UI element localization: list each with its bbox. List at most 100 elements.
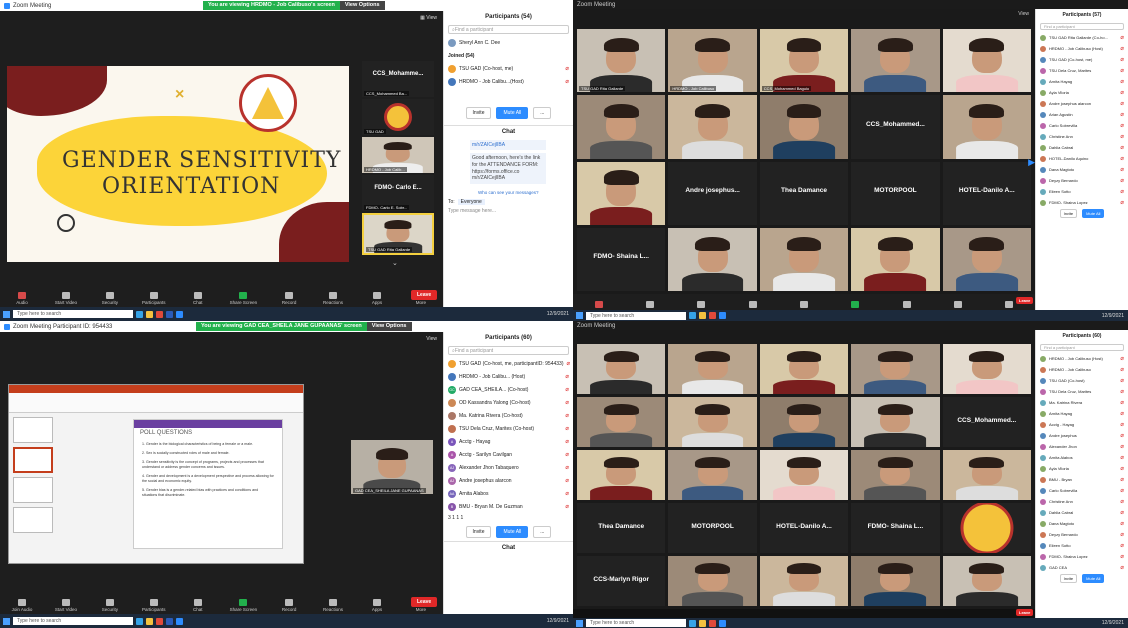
word-icon[interactable] bbox=[166, 310, 173, 318]
zoom-taskbar-icon[interactable] bbox=[719, 312, 726, 319]
video-tile[interactable] bbox=[759, 95, 849, 159]
participant-row[interactable]: Christine Ann ⌀ bbox=[1036, 131, 1128, 142]
leave-button[interactable]: Leave bbox=[411, 290, 438, 300]
mic-muted-icon[interactable]: ⌀ bbox=[1120, 410, 1124, 417]
chrome-icon[interactable] bbox=[709, 619, 716, 627]
participant-row[interactable]: HRDMO - Job Calibu... (Host) ⌀ bbox=[444, 370, 573, 383]
thumb-rita[interactable]: TSU GAD Rita Gallarde bbox=[362, 213, 434, 255]
view-button[interactable]: ▦ View bbox=[420, 15, 437, 21]
mic-muted-icon[interactable]: ⌀ bbox=[565, 373, 569, 380]
participant-row[interactable]: Dahlia Cabral ⌀ bbox=[1036, 507, 1128, 518]
chrome-icon[interactable] bbox=[156, 617, 163, 625]
participant-row[interactable]: Carlo Sobrevilla ⌀ bbox=[1036, 485, 1128, 496]
mic-muted-icon[interactable]: ⌀ bbox=[1120, 553, 1124, 560]
video-tile[interactable] bbox=[942, 556, 1031, 606]
video-tile[interactable]: CCS-Marlyn Rigor bbox=[577, 556, 666, 606]
mic-muted-icon[interactable]: ⌀ bbox=[1120, 45, 1124, 52]
participant-row[interactable]: Christine Ann ⌀ bbox=[1036, 496, 1128, 507]
mic-muted-icon[interactable]: ⌀ bbox=[1120, 355, 1124, 362]
audio-button[interactable]: Audio bbox=[10, 292, 34, 305]
leave-button[interactable]: Leave bbox=[1016, 609, 1034, 616]
waiting-participant[interactable]: Sheryl Ann C. Dee bbox=[444, 36, 573, 49]
mic-muted-icon[interactable]: ⌀ bbox=[1120, 100, 1124, 107]
video-tile[interactable]: HOTEL-Danilo A... bbox=[942, 161, 1031, 225]
mic-muted-icon[interactable]: ⌀ bbox=[1120, 122, 1124, 129]
video-tile[interactable] bbox=[668, 95, 757, 159]
participant-row[interactable]: BMU - Bryan ⌀ bbox=[1036, 474, 1128, 485]
recipient-select[interactable]: Everyone bbox=[457, 199, 485, 205]
participant-row[interactable]: Andre josephus alarcon ⌀ bbox=[1036, 98, 1128, 109]
windows-icon[interactable] bbox=[576, 619, 583, 627]
mic-muted-icon[interactable]: ⌀ bbox=[1120, 520, 1124, 527]
participant-row[interactable]: HRDMO - Job Calibuso ⌀ bbox=[1036, 364, 1128, 375]
mic-muted-icon[interactable]: ⌀ bbox=[565, 386, 569, 393]
participant-row[interactable]: Arnita Hayag ⌀ bbox=[1036, 76, 1128, 87]
word-icon[interactable] bbox=[166, 617, 173, 625]
windows-icon[interactable] bbox=[3, 310, 10, 318]
taskbar-search[interactable]: Type here to search bbox=[13, 310, 133, 318]
taskbar-search[interactable]: Type here to search bbox=[13, 617, 133, 625]
mute-all-button[interactable]: Mute All bbox=[496, 107, 529, 119]
video-tile[interactable]: HRDMO - Job Calibuso bbox=[668, 29, 757, 93]
taskbar-search[interactable]: Type here to search bbox=[586, 619, 686, 627]
mic-muted-icon[interactable]: ⌀ bbox=[1120, 366, 1124, 373]
video-tile[interactable] bbox=[577, 161, 666, 225]
participant-search-input[interactable]: ⌕ Find a participant bbox=[448, 346, 569, 355]
participant-search-input[interactable]: Find a participant bbox=[1040, 344, 1124, 351]
mic-muted-icon[interactable]: ⌀ bbox=[565, 503, 569, 510]
mic-muted-icon[interactable]: ⌀ bbox=[1120, 487, 1124, 494]
mic-muted-icon[interactable]: ⌀ bbox=[565, 425, 569, 432]
participant-row[interactable]: TSU Dela Cruz, Marites (Co-host) ⌀ bbox=[444, 422, 573, 435]
video-tile[interactable]: Andre josephus... bbox=[668, 161, 757, 225]
participant-row[interactable]: Andre josephus ⌀ bbox=[1036, 430, 1128, 441]
participant-row[interactable]: AJ Alexander Jhon Tabaquero ⌀ bbox=[444, 461, 573, 474]
share-screen-button[interactable]: Share Screen bbox=[230, 292, 257, 305]
participant-search-input[interactable]: ⌕ Find a participant bbox=[448, 25, 569, 34]
video-tile[interactable] bbox=[942, 227, 1031, 291]
reactions-button[interactable]: Reactions bbox=[321, 292, 345, 305]
thumb-ccs[interactable]: CCS_Mohamme... CCS_Mohammed Ba... bbox=[362, 61, 434, 97]
mic-muted-icon[interactable]: ⌀ bbox=[1120, 188, 1124, 195]
invite-button[interactable]: Invite bbox=[465, 526, 492, 538]
thumb-tsu-gad[interactable]: TSU GAD bbox=[362, 99, 434, 135]
participant-row[interactable]: Arnita Hayag ⌀ bbox=[1036, 408, 1128, 419]
mic-muted-icon[interactable]: ⌀ bbox=[1120, 542, 1124, 549]
next-page-arrow[interactable]: ▶ bbox=[1028, 157, 1035, 168]
zoom-taskbar-icon[interactable] bbox=[719, 619, 726, 627]
who-can-see-link[interactable]: Who can see your messages? bbox=[478, 190, 573, 195]
participant-row[interactable]: Ma. Katrina Rivera (Co-host) ⌀ bbox=[444, 409, 573, 422]
video-tile[interactable] bbox=[759, 397, 849, 447]
participant-row[interactable]: TSU GAD Rita Gallarde (Co-ho... ⌀ bbox=[1036, 32, 1128, 43]
join-audio-button[interactable]: Join Audio bbox=[10, 599, 34, 612]
participant-row[interactable]: OD Kassandra Yalong (Co-host) ⌀ bbox=[444, 396, 573, 409]
speaker-video[interactable]: GAD CEA_SHEILA JANE GUPAANAS bbox=[351, 440, 433, 494]
slide-thumb[interactable] bbox=[13, 447, 53, 473]
invite-button[interactable]: Invite bbox=[465, 107, 492, 119]
video-tile[interactable]: TSU GAD Rita Gallarde bbox=[577, 29, 666, 93]
record-button[interactable]: Record bbox=[277, 292, 301, 305]
video-tile[interactable] bbox=[577, 344, 666, 394]
video-tile[interactable]: MOTORPOOL bbox=[668, 503, 757, 553]
video-tile[interactable] bbox=[851, 450, 940, 500]
video-tile[interactable] bbox=[668, 344, 757, 394]
video-tile[interactable] bbox=[942, 29, 1031, 93]
video-tile[interactable] bbox=[851, 397, 940, 447]
share-screen-button[interactable] bbox=[843, 301, 867, 308]
mic-muted-icon[interactable]: ⌀ bbox=[1120, 443, 1124, 450]
security-button[interactable] bbox=[689, 301, 713, 308]
video-tile[interactable] bbox=[577, 95, 666, 159]
slide-thumb[interactable] bbox=[13, 507, 53, 533]
chat-button[interactable]: Chat bbox=[186, 292, 210, 305]
mic-muted-icon[interactable]: ⌀ bbox=[1120, 199, 1124, 206]
reactions-button[interactable]: Reactions bbox=[321, 599, 345, 612]
participant-row[interactable]: HOTEL-Danilo Aquino ⌀ bbox=[1036, 153, 1128, 164]
edge-icon[interactable] bbox=[136, 617, 143, 625]
participant-row[interactable]: Arian Agustin ⌀ bbox=[1036, 109, 1128, 120]
video-tile[interactable] bbox=[942, 450, 1031, 500]
participant-row[interactable]: TSU Dela Cruz, Marites ⌀ bbox=[1036, 386, 1128, 397]
mic-muted-icon[interactable]: ⌀ bbox=[565, 464, 569, 471]
apps-button[interactable]: Apps bbox=[365, 599, 389, 612]
participant-row[interactable]: AA Arnita Alabos ⌀ bbox=[444, 487, 573, 500]
folder-icon[interactable] bbox=[699, 312, 706, 319]
thumb-fdmo[interactable]: FDMO- Carlo E... FDMO- Carlo E. Sobr... bbox=[362, 175, 434, 211]
